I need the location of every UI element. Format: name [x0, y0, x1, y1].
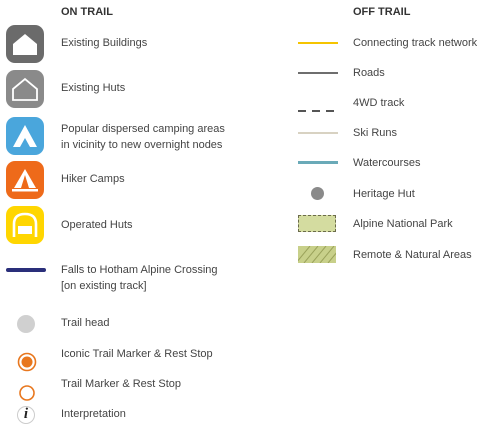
camping-tent-icon — [6, 117, 44, 155]
interpretation-icon: i — [16, 405, 36, 425]
watercourse-line — [298, 161, 338, 164]
iconic-trail-marker-label: Iconic Trail Marker & Rest Stop — [61, 348, 213, 360]
alpine-crossing-label-line1: Falls to Hotham Alpine Crossing — [61, 264, 218, 276]
alpine-crossing-label-line2: [on existing track] — [61, 280, 147, 292]
heritage-hut-icon — [311, 187, 324, 200]
hiker-camp-icon — [6, 161, 44, 199]
existing-building-icon — [6, 25, 44, 63]
existing-hut-icon — [6, 70, 44, 108]
ski-run-line — [298, 132, 338, 134]
camping-label-line2: in vicinity to new overnight nodes — [61, 139, 223, 151]
heritage-hut-label: Heritage Hut — [353, 188, 415, 200]
trail-head-label: Trail head — [61, 317, 110, 329]
hiker-camps-label: Hiker Camps — [61, 173, 125, 185]
interpretation-label: Interpretation — [61, 408, 126, 420]
existing-buildings-label: Existing Buildings — [61, 37, 148, 49]
road-line — [298, 72, 338, 74]
4wd-dashed-line — [298, 100, 340, 118]
ski-runs-label: Ski Runs — [353, 127, 398, 139]
interpretation-glyph: i — [23, 406, 29, 422]
remote-natural-swatch — [295, 245, 343, 268]
iconic-trail-marker-icon — [17, 352, 37, 377]
existing-huts-label: Existing Huts — [61, 82, 126, 94]
trail-head-icon — [17, 315, 35, 333]
operated-hut-icon — [6, 206, 44, 244]
alpine-crossing-line-icon — [6, 268, 46, 272]
alpine-np-swatch — [298, 215, 336, 232]
operated-huts-label: Operated Huts — [61, 219, 133, 231]
4wd-track-label: 4WD track — [353, 97, 405, 109]
connecting-track-line — [298, 42, 338, 44]
camping-label-line1: Popular dispersed camping areas — [61, 123, 225, 135]
remote-natural-label: Remote & Natural Areas — [353, 249, 472, 261]
on-trail-heading: ON TRAIL — [61, 6, 113, 18]
connecting-track-label: Connecting track network — [353, 37, 478, 49]
alpine-np-label: Alpine National Park — [353, 218, 453, 230]
trail-marker-icon — [18, 384, 36, 407]
watercourses-label: Watercourses — [353, 157, 421, 169]
roads-label: Roads — [353, 67, 385, 79]
trail-marker-label: Trail Marker & Rest Stop — [61, 378, 182, 390]
off-trail-heading: OFF TRAIL — [353, 6, 411, 18]
